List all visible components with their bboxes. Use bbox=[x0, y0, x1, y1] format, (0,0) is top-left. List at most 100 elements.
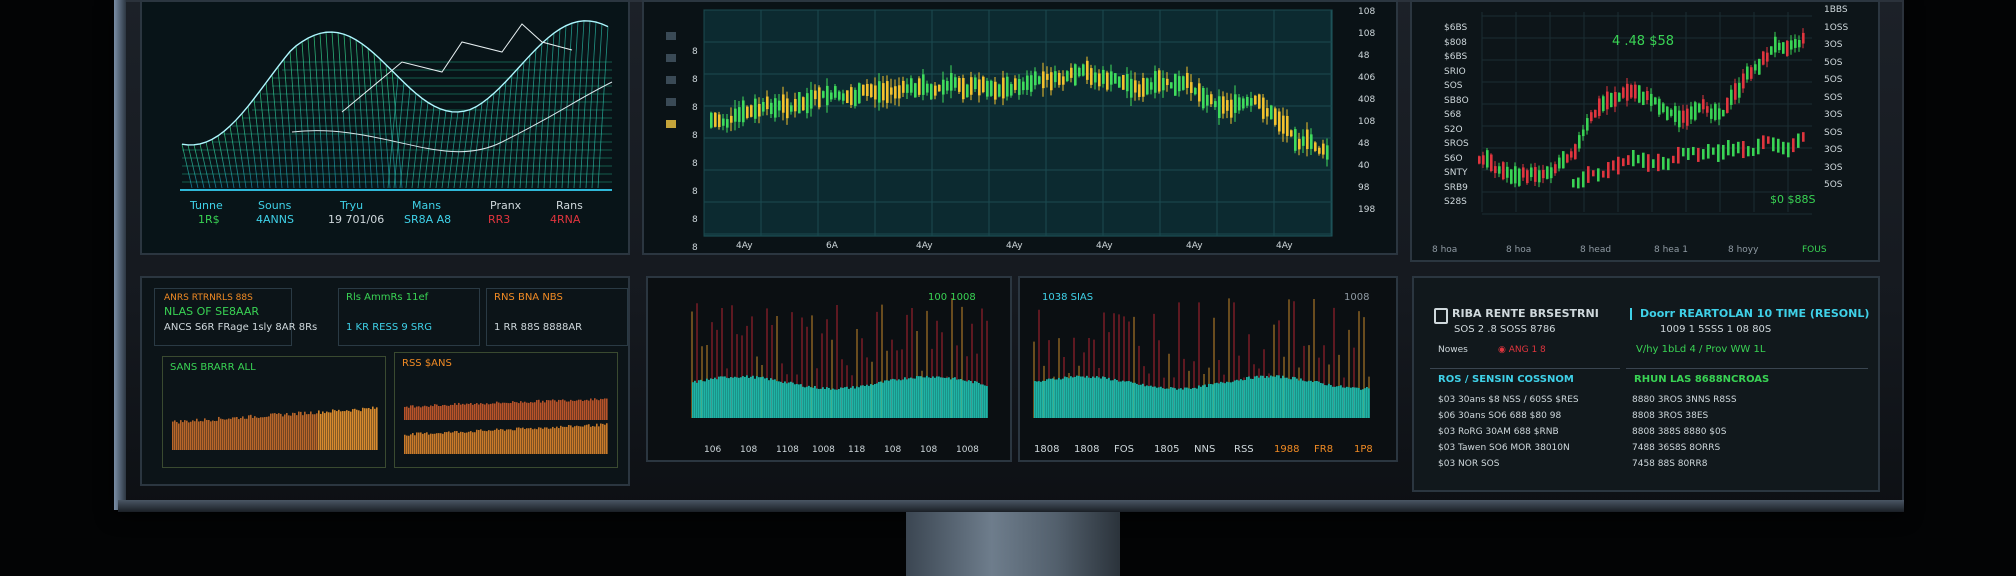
volume-bar bbox=[1250, 378, 1252, 418]
candle bbox=[950, 72, 953, 91]
candle bbox=[942, 79, 945, 95]
bar bbox=[376, 407, 378, 450]
volume-bar bbox=[870, 384, 872, 418]
summary-panel[interactable]: ANRS RTRNRLS 88S NLAS OF SE8AAR ANCS S6R… bbox=[140, 276, 630, 486]
volume-bar bbox=[1140, 384, 1142, 418]
volume-bar bbox=[862, 385, 864, 418]
bar bbox=[330, 412, 332, 450]
bar bbox=[510, 429, 512, 454]
candle bbox=[1534, 167, 1537, 182]
bar bbox=[452, 404, 454, 420]
volume-bar bbox=[1138, 384, 1140, 418]
bar bbox=[604, 424, 606, 454]
mesh-line bbox=[423, 105, 435, 189]
volume-bar bbox=[864, 385, 866, 418]
bar bbox=[556, 426, 558, 454]
right-label: 5OS bbox=[1824, 75, 1843, 85]
bar bbox=[252, 417, 254, 450]
bar bbox=[502, 429, 504, 454]
candle bbox=[1646, 90, 1649, 101]
info-icon[interactable] bbox=[1434, 308, 1448, 324]
volume-bar bbox=[954, 377, 956, 418]
bar bbox=[478, 404, 480, 420]
candle bbox=[1562, 151, 1565, 169]
volume-bar bbox=[1050, 378, 1052, 418]
candle bbox=[1786, 40, 1789, 56]
bar bbox=[522, 427, 524, 454]
candle bbox=[1074, 64, 1077, 86]
volume-bar bbox=[938, 376, 940, 418]
volume-panel-left[interactable]: 100 1008 106 108 1108 1008 118 108 108 1008 bbox=[646, 276, 1012, 462]
volume-bar bbox=[1200, 386, 1202, 418]
volume-panel-right[interactable]: 1038 SIAS 1008 1808 1808 FOS 1805 NNS RSS 1988… bbox=[1018, 276, 1398, 462]
bar bbox=[342, 411, 344, 450]
candle bbox=[882, 83, 885, 101]
trend-mid-label: $0 $88S bbox=[1770, 193, 1816, 206]
terrain-panel[interactable]: Tunne Souns Tryu Mans Pranx Rans 1R$ 4AN… bbox=[140, 0, 630, 255]
x-tick: 1805 bbox=[1154, 444, 1180, 455]
report-row: 8808 3ROS 38ES bbox=[1632, 411, 1709, 421]
candle bbox=[1770, 46, 1773, 55]
report-row: 8880 3ROS 3NNS R8SS bbox=[1632, 395, 1737, 405]
mesh-line bbox=[277, 66, 289, 189]
candle bbox=[1034, 71, 1037, 86]
bar bbox=[456, 404, 458, 420]
candle bbox=[1586, 118, 1589, 131]
volume-bar bbox=[814, 385, 816, 418]
volume-bar bbox=[1166, 388, 1168, 418]
candle bbox=[1702, 99, 1705, 110]
left-label: SRB9 bbox=[1444, 182, 1468, 193]
bar bbox=[444, 432, 446, 454]
candle bbox=[1274, 108, 1277, 125]
candle bbox=[1654, 97, 1657, 105]
volume-bar bbox=[1198, 385, 1200, 418]
candle bbox=[1550, 167, 1553, 179]
candle bbox=[1602, 170, 1605, 178]
candle bbox=[1098, 73, 1101, 87]
volume-bar bbox=[1360, 389, 1362, 418]
bar bbox=[476, 403, 478, 420]
volume-bar bbox=[900, 380, 902, 418]
bar bbox=[268, 416, 270, 450]
volume-bar bbox=[1204, 384, 1206, 418]
right-label: 5OS bbox=[1824, 57, 1843, 68]
bezel-edge bbox=[114, 0, 126, 510]
bar bbox=[436, 433, 438, 454]
candle bbox=[1652, 159, 1655, 168]
candle bbox=[810, 89, 813, 109]
volume-bar bbox=[1300, 378, 1302, 418]
bar bbox=[580, 399, 582, 420]
candle bbox=[1158, 70, 1161, 92]
report-panel[interactable]: RIBA RENTE BRSESTRNI Doorr REARTOLAN 10 … bbox=[1412, 276, 1880, 492]
candle bbox=[1202, 88, 1205, 109]
candle bbox=[1318, 147, 1321, 154]
candle bbox=[862, 84, 865, 96]
candle bbox=[758, 104, 761, 117]
candle bbox=[782, 94, 785, 113]
volume-bar bbox=[758, 377, 760, 418]
bar bbox=[424, 405, 426, 420]
volume-bar bbox=[788, 382, 790, 418]
x-tick: 4Ay bbox=[1186, 241, 1203, 251]
bar bbox=[276, 413, 278, 450]
candlestick-panel[interactable]: 8 8 8 8 8 8 8 8 108 108 48 406 408 108 48 40 98 198 4Ay 6A 4… bbox=[642, 0, 1398, 255]
candle bbox=[1290, 130, 1293, 137]
volume-bar bbox=[802, 386, 804, 418]
bar bbox=[572, 427, 574, 454]
mesh-line bbox=[361, 43, 373, 189]
trend-panel[interactable]: 4 .48 $58 $0 $88S $6BS $808 $6BS SRIO SOS SB8… bbox=[1410, 0, 1880, 262]
volume-bar bbox=[1160, 386, 1162, 418]
volume-bar bbox=[1120, 381, 1122, 418]
right-tick: 108 bbox=[1358, 7, 1376, 17]
bar bbox=[356, 409, 358, 450]
volume-bar bbox=[1098, 377, 1100, 418]
right-tick: 48 bbox=[1358, 139, 1370, 149]
volume-bar bbox=[796, 383, 798, 418]
volume-bar bbox=[1054, 379, 1056, 418]
volume-bar bbox=[1112, 380, 1114, 418]
clock-icon[interactable] bbox=[1630, 308, 1640, 320]
x-tick: FOS bbox=[1114, 444, 1134, 455]
report-section-right: RHUN LAS 8688NCROAS bbox=[1634, 374, 1770, 385]
bar bbox=[208, 420, 210, 450]
volume-bar bbox=[1238, 380, 1240, 418]
